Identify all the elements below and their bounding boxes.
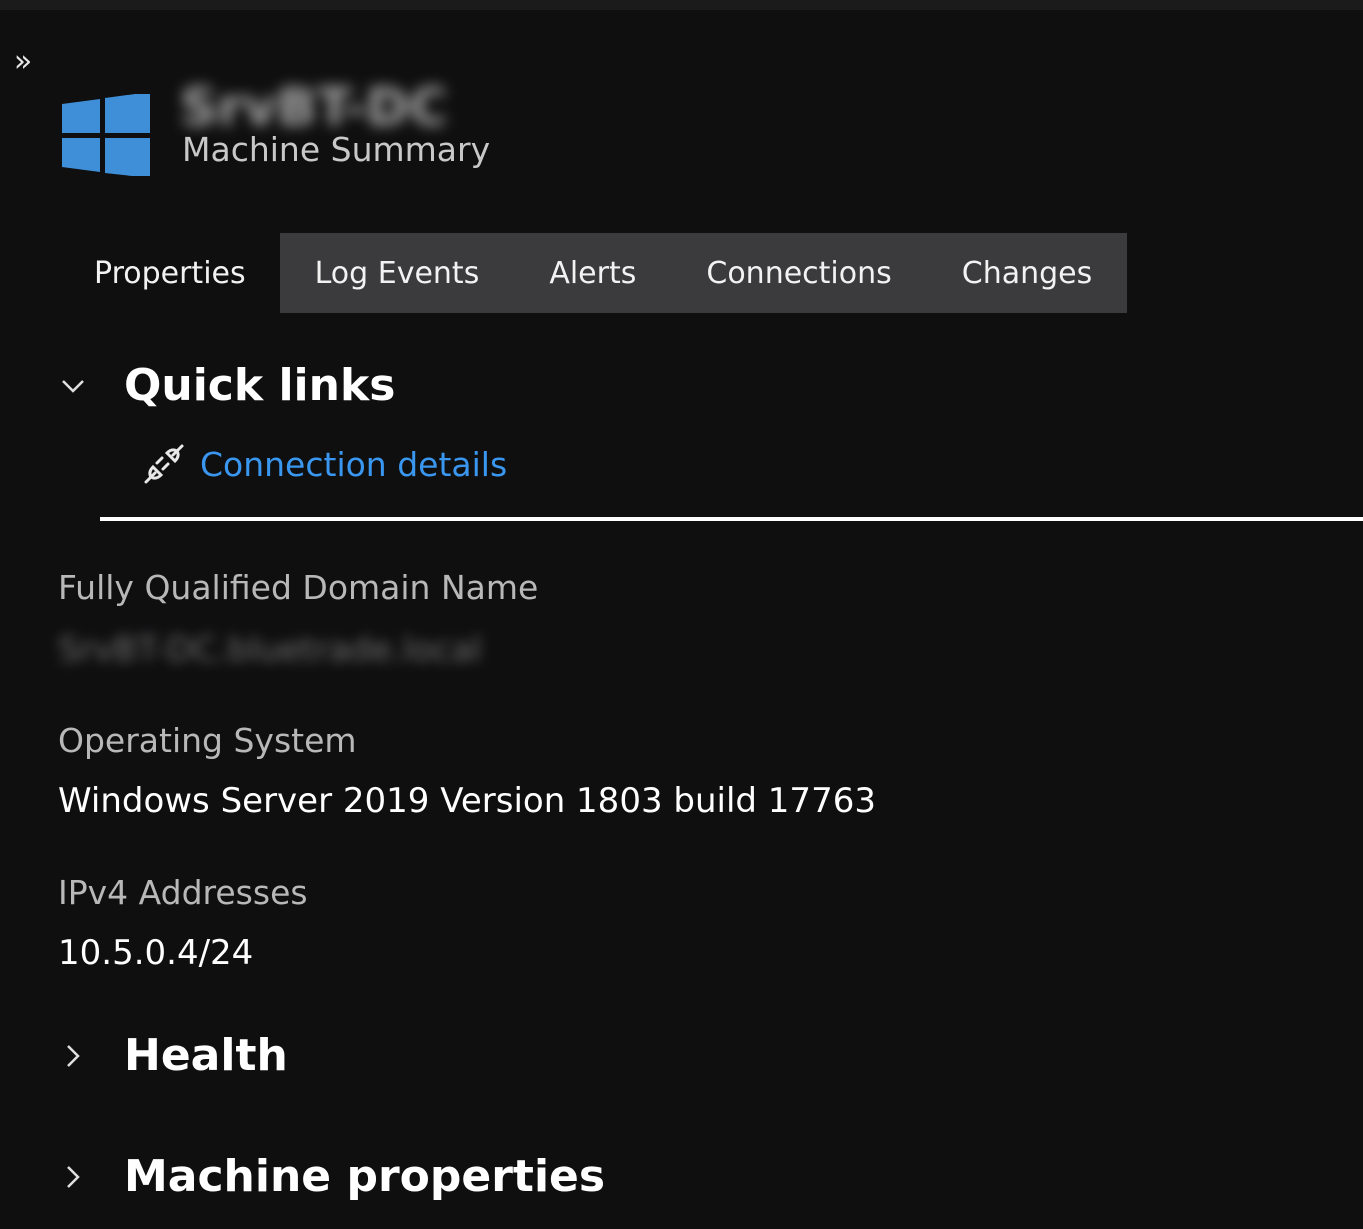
chevron-right-icon (58, 1041, 88, 1071)
tab-bar: Properties Log Events Alerts Connections… (60, 233, 1128, 313)
windows-logo-icon (62, 94, 150, 176)
ipv4-value: 10.5.0.4/24 (58, 933, 254, 973)
section-title-machine-properties: Machine properties (124, 1151, 606, 1202)
chevron-down-icon (58, 371, 88, 401)
section-title-quick-links: Quick links (124, 360, 396, 411)
expand-panel-button[interactable]: » (6, 44, 40, 80)
tab-group: Log Events Alerts Connections Changes (279, 233, 1128, 313)
fqdn-value: SrvBT-DC.bluetrade.local (58, 630, 482, 670)
chevron-right-icon (58, 1162, 88, 1192)
tab-log-events[interactable]: Log Events (280, 233, 515, 313)
fqdn-label: Fully Qualified Domain Name (58, 568, 539, 607)
machine-name: SrvBT-DC (180, 78, 448, 138)
ipv4-label: IPv4 Addresses (58, 873, 308, 912)
plug-icon (144, 444, 184, 484)
connection-details-link[interactable]: Connection details (142, 442, 507, 486)
tab-connections[interactable]: Connections (671, 233, 926, 313)
section-machine-properties[interactable]: Machine properties (58, 1151, 605, 1202)
os-label: Operating System (58, 721, 357, 760)
connection-details-label: Connection details (200, 444, 508, 484)
section-divider (100, 517, 1363, 521)
tab-alerts[interactable]: Alerts (514, 233, 671, 313)
tab-properties[interactable]: Properties (60, 233, 280, 313)
top-bar (0, 0, 1363, 10)
tab-changes[interactable]: Changes (927, 233, 1128, 313)
section-quick-links[interactable]: Quick links (58, 360, 395, 411)
machine-subtitle: Machine Summary (182, 130, 491, 169)
section-title-health: Health (124, 1030, 288, 1081)
os-value: Windows Server 2019 Version 1803 build 1… (58, 781, 876, 821)
section-health[interactable]: Health (58, 1030, 288, 1081)
double-chevron-right-icon: » (13, 44, 33, 79)
